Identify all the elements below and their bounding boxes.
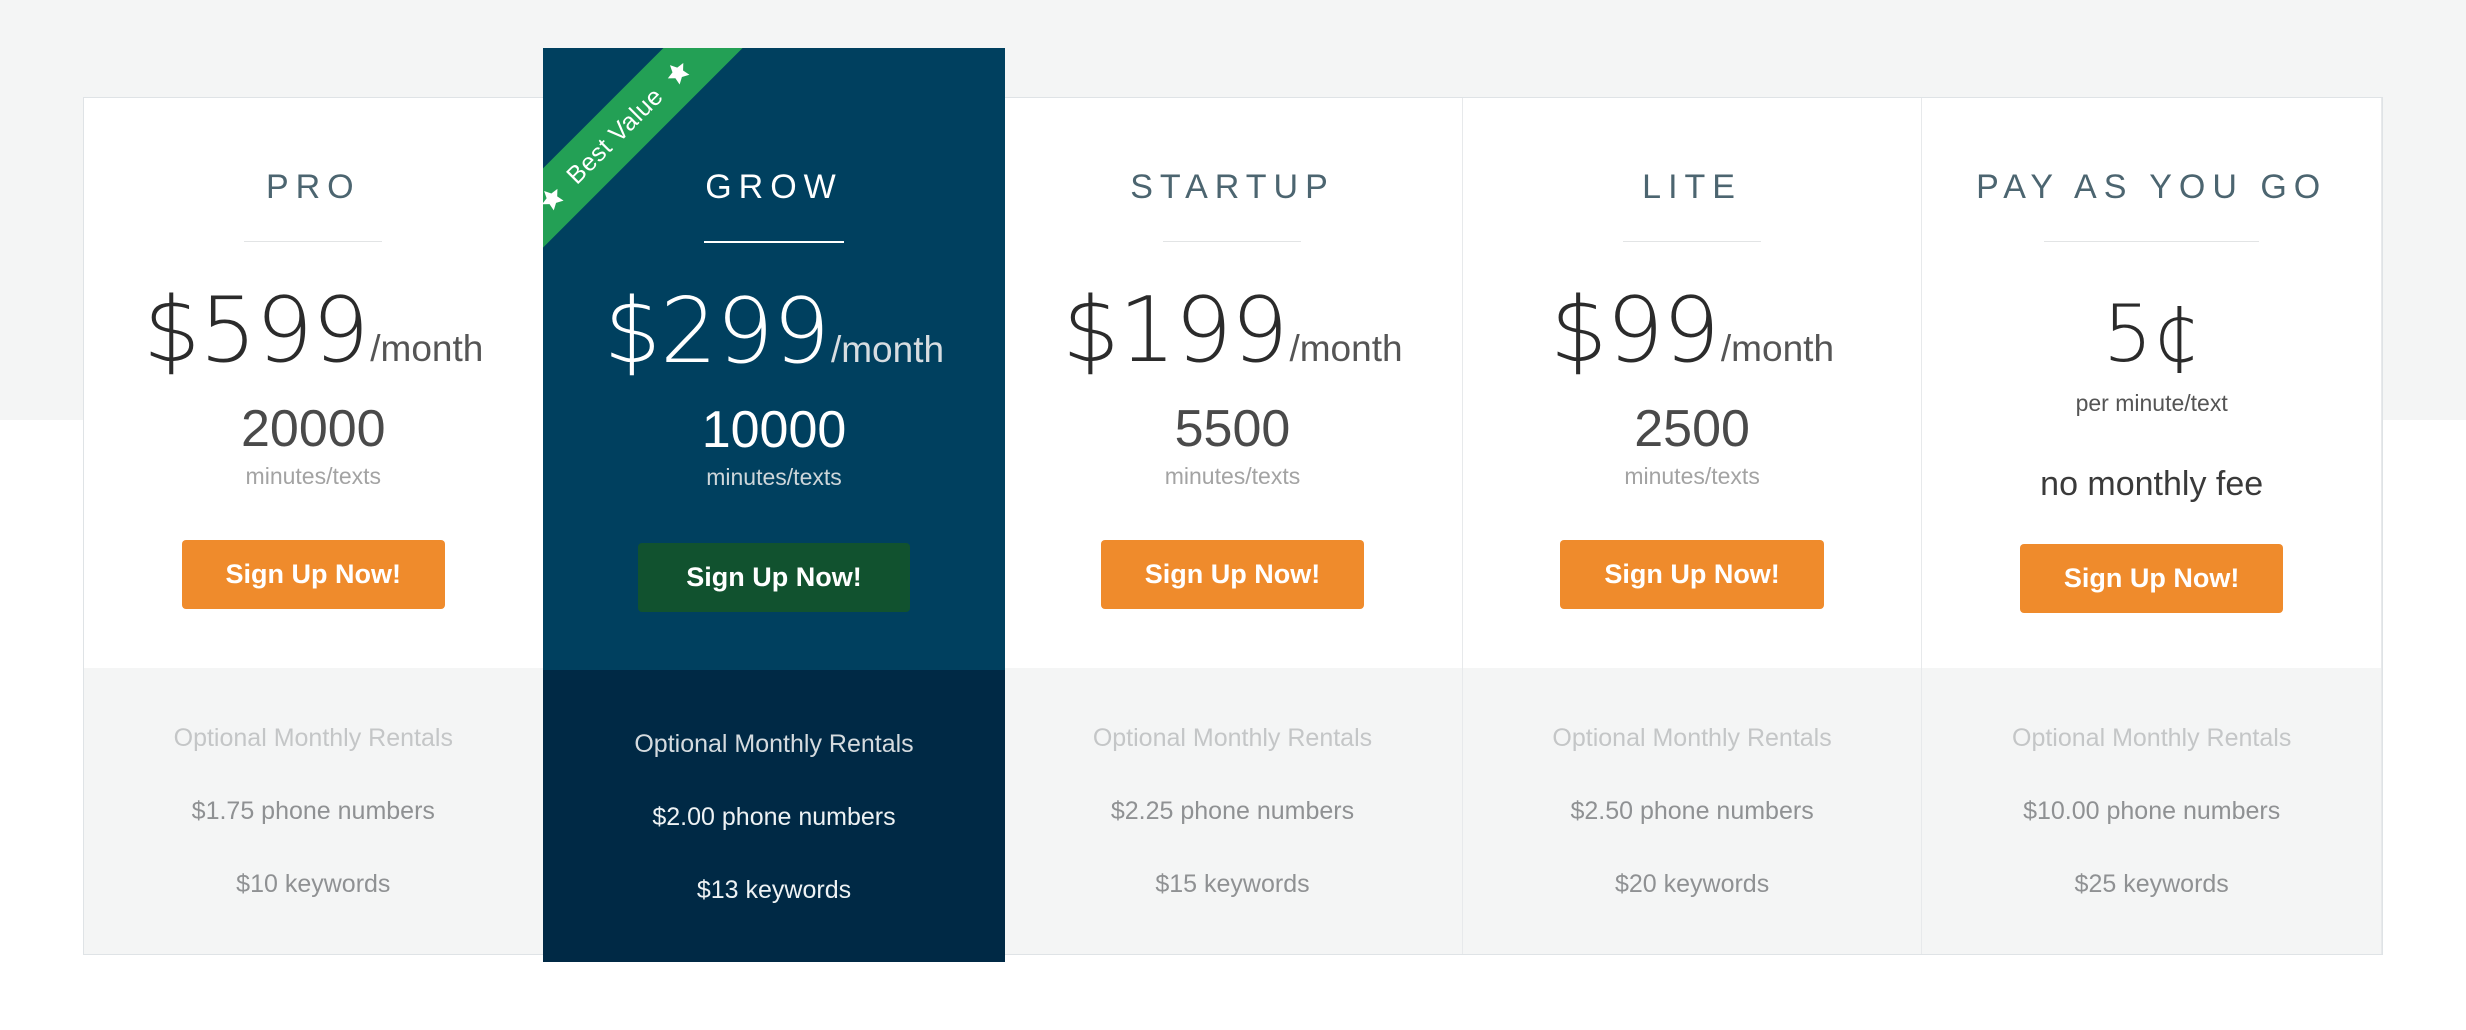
rental-item: $1.75 phone numbers — [191, 797, 435, 825]
plan-note: no monthly fee — [2040, 465, 2264, 503]
plan-body: PRO $599/month 20000 minutes/texts Sign … — [84, 98, 543, 668]
quota-amount: 2500 — [1634, 400, 1750, 458]
plan-title: PRO — [265, 168, 361, 206]
price-amount: $99 — [1550, 278, 1720, 383]
plan-card-pay-as-you-go: PAY AS YOU GO 5¢ per minute/text no mont… — [1922, 98, 2382, 954]
rentals-title: Optional Monthly Rentals — [173, 724, 453, 752]
title-divider — [704, 241, 844, 243]
rental-item: $10 keywords — [236, 870, 391, 898]
plan-footer: Optional Monthly Rentals $10.00 phone nu… — [1922, 668, 2381, 954]
rentals-title: Optional Monthly Rentals — [2012, 724, 2292, 752]
rental-item: $15 keywords — [1155, 870, 1310, 898]
price-amount: $299 — [603, 279, 830, 384]
pricing-table: PRO $599/month 20000 minutes/texts Sign … — [83, 48, 2383, 962]
signup-button[interactable]: Sign Up Now! — [1560, 539, 1824, 609]
rental-item: $13 keywords — [696, 876, 852, 904]
plan-footer: Optional Monthly Rentals $2.25 phone num… — [1003, 668, 1462, 954]
plan-card-pro: PRO $599/month 20000 minutes/texts Sign … — [84, 98, 544, 954]
cta-wrapper: Sign Up Now! — [543, 542, 1005, 612]
price-period: /month — [1720, 328, 1835, 369]
price-subtext: per minute/text — [2075, 390, 2228, 416]
signup-button[interactable]: Sign Up Now! — [1100, 539, 1365, 609]
rentals-title: Optional Monthly Rentals — [1092, 724, 1373, 752]
cta-wrapper: Sign Up Now! — [1463, 539, 1922, 609]
price-line: $299/month — [543, 287, 1005, 377]
plan-body: LITE $99/month 2500 minutes/texts Sign U… — [1463, 98, 1922, 668]
price-period: /month — [370, 328, 484, 369]
price-line: $599/month — [84, 286, 543, 376]
plan-title: PAY AS YOU GO — [1976, 168, 2328, 206]
plan-body: PAY AS YOU GO 5¢ per minute/text no mont… — [1922, 98, 2381, 668]
price-line: 5¢ — [1922, 296, 2381, 374]
quota-unit: minutes/texts — [245, 462, 382, 489]
plan-title: GROW — [705, 168, 843, 206]
cta-wrapper: Sign Up Now! — [1003, 539, 1462, 609]
plan-body: STARTUP $199/month 5500 minutes/texts Si… — [1003, 98, 1462, 668]
price-amount: $599 — [143, 278, 369, 383]
price-line: $99/month — [1463, 286, 1922, 376]
quota-unit: minutes/texts — [1624, 462, 1760, 489]
plan-title: STARTUP — [1130, 168, 1335, 206]
plan-footer: Optional Monthly Rentals $2.00 phone num… — [543, 670, 1005, 962]
rental-item: $25 keywords — [2074, 870, 2229, 898]
plan-card-grow: Best Value GROW $299/month 10000 minutes… — [543, 48, 1005, 962]
rental-item: $10.00 phone numbers — [2023, 797, 2281, 825]
title-divider — [1163, 241, 1302, 242]
plan-footer: Optional Monthly Rentals $1.75 phone num… — [84, 668, 543, 954]
rentals-title: Optional Monthly Rentals — [1552, 724, 1832, 752]
plan-body: GROW $299/month 10000 minutes/texts Sign… — [543, 48, 1005, 670]
quota-amount: 10000 — [701, 401, 847, 459]
plan-card-startup: STARTUP $199/month 5500 minutes/texts Si… — [1003, 98, 1463, 954]
rental-item: $20 keywords — [1614, 870, 1770, 898]
price-period: /month — [830, 329, 945, 370]
price-amount: $199 — [1062, 278, 1288, 383]
rentals-title: Optional Monthly Rentals — [634, 730, 914, 758]
title-divider — [2044, 241, 2260, 242]
pricing-page: PRO $599/month 20000 minutes/texts Sign … — [0, 0, 2466, 1030]
price-period: /month — [1289, 328, 1403, 369]
plan-title: LITE — [1642, 168, 1742, 206]
cta-wrapper: Sign Up Now! — [1922, 544, 2381, 614]
plan-card-lite: LITE $99/month 2500 minutes/texts Sign U… — [1462, 98, 1923, 954]
cta-wrapper: Sign Up Now! — [84, 539, 543, 609]
signup-button[interactable]: Sign Up Now! — [2019, 544, 2284, 614]
quota-amount: 20000 — [240, 400, 386, 458]
rental-item: $2.00 phone numbers — [652, 803, 896, 831]
title-divider — [1623, 241, 1762, 242]
price-line: $199/month — [1003, 286, 1462, 376]
quota-unit: minutes/texts — [706, 463, 842, 490]
rental-item: $2.25 phone numbers — [1110, 797, 1355, 825]
price-amount: 5¢ — [2103, 290, 2201, 380]
rental-item: $2.50 phone numbers — [1570, 797, 1814, 825]
signup-button[interactable]: Sign Up Now! — [638, 542, 910, 612]
signup-button[interactable]: Sign Up Now! — [181, 539, 446, 609]
plan-footer: Optional Monthly Rentals $2.50 phone num… — [1462, 668, 1922, 954]
quota-unit: minutes/texts — [1164, 462, 1301, 489]
quota-amount: 5500 — [1174, 400, 1291, 458]
title-divider — [244, 241, 383, 242]
